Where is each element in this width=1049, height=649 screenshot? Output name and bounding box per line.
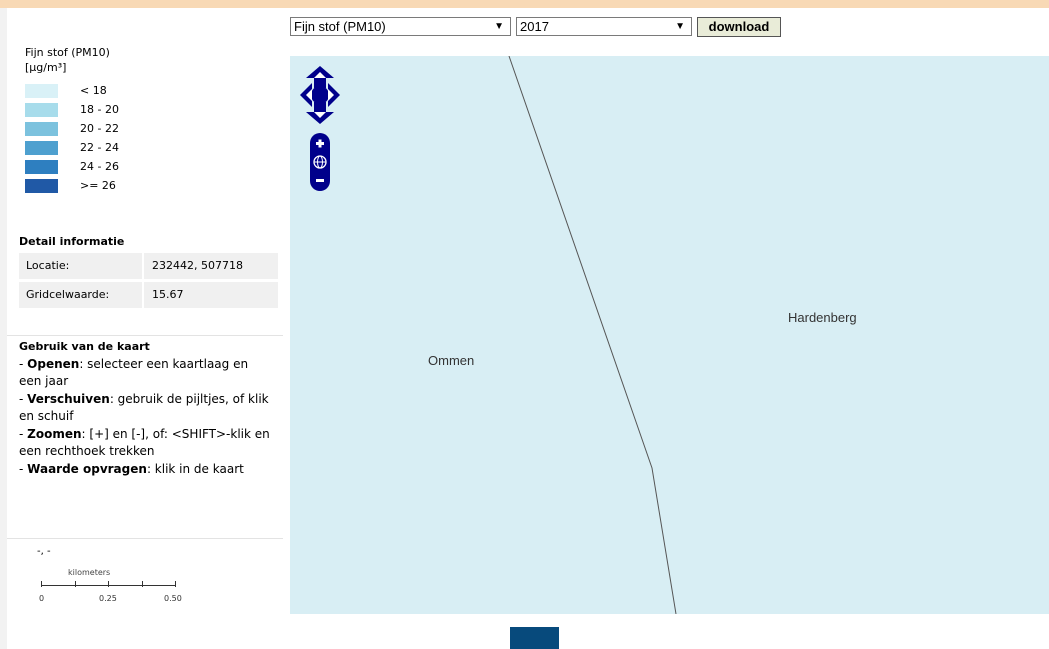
usage-title: Gebruik van de kaart: [19, 340, 150, 353]
pan-control[interactable]: [298, 64, 342, 126]
detail-value: 15.67: [144, 282, 278, 308]
map-viewport[interactable]: Ommen Hardenberg: [290, 56, 1049, 614]
scale-label: 0.25: [99, 594, 117, 603]
place-label-hardenberg: Hardenberg: [788, 310, 857, 325]
usage-line-open: - Openen: selecteer een kaartlaag en een…: [19, 356, 249, 389]
scale-tick: [75, 581, 76, 587]
legend-label: >= 26: [80, 179, 116, 192]
usage-instructions: Gebruik van de kaart - Openen: selecteer…: [19, 338, 274, 478]
legend-swatch: [25, 141, 58, 155]
footer-block: [510, 627, 559, 649]
legend-layer-name: Fijn stof (PM10): [25, 46, 110, 59]
detail-key: Gridcelwaarde:: [19, 282, 142, 308]
boundary-line: [508, 56, 677, 614]
legend-label: 22 - 24: [80, 141, 119, 154]
scale-tick: [108, 581, 109, 587]
detail-key: Locatie:: [19, 253, 142, 279]
divider: [7, 538, 283, 539]
year-select[interactable]: 2017 ▼: [516, 17, 692, 36]
scale-label: 0: [39, 594, 45, 603]
mouse-coordinates: -, -: [37, 546, 51, 557]
legend-label: 24 - 26: [80, 160, 119, 173]
legend-label: 18 - 20: [80, 103, 119, 116]
legend-swatch: [25, 160, 58, 174]
download-button[interactable]: download: [697, 17, 781, 37]
legend-swatch: [25, 103, 58, 117]
left-border: [0, 8, 7, 649]
dropdown-arrow-icon: ▼: [494, 21, 504, 32]
usage-line-pan: - Verschuiven: gebruik de pijltjes, of k…: [19, 391, 269, 424]
detail-value: 232442, 507718: [144, 253, 278, 279]
usage-line-zoom: - Zoomen: [+] en [-], of: <SHIFT>-klik e…: [19, 426, 270, 459]
legend-swatch: [25, 84, 58, 98]
dropdown-arrow-icon: ▼: [675, 21, 685, 32]
zoom-out-icon: [316, 179, 324, 182]
scale-tick: [142, 581, 143, 587]
legend-unit: [µg/m³]: [25, 61, 67, 74]
detail-row-gridcell: Gridcelwaarde: 15.67: [19, 282, 278, 308]
scale-tick: [175, 581, 176, 587]
detail-row-location: Locatie: 232442, 507718: [19, 253, 278, 279]
divider: [7, 335, 283, 336]
top-banner: [0, 0, 1049, 8]
usage-line-query: - Waarde opvragen: klik in de kaart: [19, 461, 244, 476]
legend-swatch: [25, 179, 58, 193]
scale-bar: kilometers 0 0.25 0.50: [35, 567, 195, 612]
layer-select[interactable]: Fijn stof (PM10) ▼: [290, 17, 511, 36]
legend-label: < 18: [80, 84, 107, 97]
zoom-control[interactable]: [309, 132, 331, 192]
scale-label: 0.50: [164, 594, 182, 603]
year-select-value: 2017: [520, 19, 549, 34]
scale-unit: kilometers: [68, 568, 111, 577]
scale-tick: [41, 581, 42, 587]
layer-select-value: Fijn stof (PM10): [294, 19, 386, 34]
legend-label: 20 - 22: [80, 122, 119, 135]
detail-title: Detail informatie: [19, 235, 125, 248]
place-label-ommen: Ommen: [428, 353, 475, 368]
legend-title: Fijn stof (PM10) [µg/m³]: [25, 45, 110, 75]
legend-swatch: [25, 122, 58, 136]
